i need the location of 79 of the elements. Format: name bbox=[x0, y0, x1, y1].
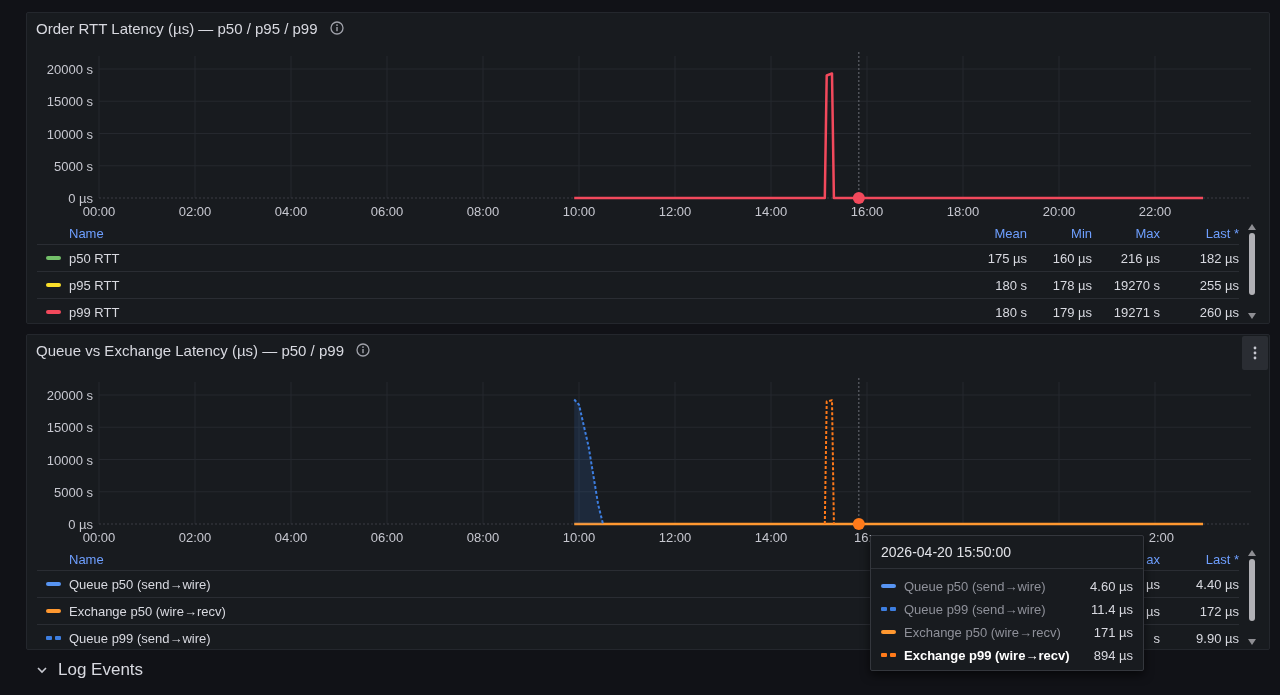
column-header[interactable]: Last * bbox=[1205, 551, 1239, 567]
tooltip-series-name: Exchange p99 (wire→recv) bbox=[904, 647, 1071, 663]
x-axis-label: 00:00 bbox=[82, 204, 116, 219]
table-cell: 9.90 µs bbox=[1196, 630, 1239, 646]
table-cell: 4.40 µs bbox=[1196, 576, 1239, 592]
table-cell: 19270 s bbox=[1113, 277, 1160, 293]
x-axis-label: 08:00 bbox=[466, 204, 500, 219]
row-title[interactable]: Log Events bbox=[58, 660, 144, 680]
column-header[interactable]: ax bbox=[1146, 551, 1160, 567]
x-axis-label: 12:00 bbox=[658, 530, 692, 545]
table-cell: 182 µs bbox=[1199, 250, 1239, 266]
column-header[interactable]: Mean bbox=[994, 225, 1027, 241]
x-axis-label: 22:00 bbox=[1138, 204, 1172, 219]
column-header[interactable]: Min bbox=[1071, 225, 1092, 241]
series-name[interactable]: Queue p99 (send→wire) bbox=[69, 630, 211, 646]
table-cell: 180 s bbox=[995, 277, 1027, 293]
table-cell: 179 µs bbox=[1052, 304, 1092, 320]
tooltip-series-name: Queue p99 (send→wire) bbox=[904, 601, 1047, 617]
table-cell: 260 µs bbox=[1199, 304, 1239, 320]
x-axis-label: 20:00 bbox=[1042, 204, 1076, 219]
tooltip-value: 4.60 µs bbox=[1090, 578, 1133, 594]
series-name[interactable]: Queue p50 (send→wire) bbox=[69, 576, 211, 592]
x-axis-label: 16: bbox=[854, 530, 873, 545]
y-axis-label: 15000 s bbox=[46, 420, 93, 436]
tooltip-time: 2026-04-20 15:50:00 bbox=[871, 536, 1143, 569]
y-axis-label: 5000 s bbox=[53, 484, 93, 500]
x-axis-label: 08:00 bbox=[466, 530, 500, 545]
series-name[interactable]: p50 RTT bbox=[69, 250, 120, 266]
series-name[interactable]: p99 RTT bbox=[69, 304, 120, 320]
column-header[interactable]: Name bbox=[69, 225, 104, 241]
table-cell: 160 µs bbox=[1052, 250, 1092, 266]
y-axis-label: 20000 s bbox=[46, 62, 93, 77]
table-cell: 172 µs bbox=[1199, 603, 1239, 619]
table-cell: 175 µs bbox=[987, 250, 1027, 266]
y-axis-label: 0 µs bbox=[68, 517, 93, 532]
column-header[interactable]: Last * bbox=[1205, 225, 1239, 241]
x-axis-label: 14:00 bbox=[754, 530, 788, 545]
x-axis-label: 04:00 bbox=[274, 204, 308, 219]
x-axis-label: 14:00 bbox=[754, 204, 788, 219]
y-axis-label: 0 µs bbox=[68, 191, 93, 206]
x-axis-label: 06:00 bbox=[370, 530, 404, 545]
table-cell: 178 µs bbox=[1052, 277, 1092, 293]
y-axis-label: 15000 s bbox=[46, 94, 93, 110]
x-axis-label: 10:00 bbox=[562, 204, 596, 219]
tooltip-series-name: Queue p50 (send→wire) bbox=[904, 578, 1047, 594]
y-axis-label: 10000 s bbox=[46, 452, 93, 468]
table-cell: 180 s bbox=[995, 304, 1027, 320]
y-axis-label: 10000 s bbox=[46, 126, 93, 142]
info-icon bbox=[356, 343, 370, 357]
series-name[interactable]: Exchange p50 (wire→recv) bbox=[69, 603, 226, 619]
panel-title: Queue vs Exchange Latency (µs) — p50 / p99 bbox=[36, 341, 344, 359]
table-cell: µs bbox=[1146, 576, 1160, 592]
table-cell: 255 µs bbox=[1199, 277, 1239, 293]
tooltip-value: 894 µs bbox=[1093, 647, 1133, 663]
series-name[interactable]: p95 RTT bbox=[69, 277, 120, 293]
y-axis-label: 5000 s bbox=[53, 158, 93, 174]
x-axis-label: 02:00 bbox=[178, 204, 212, 219]
tooltip-series-name: Exchange p50 (wire→recv) bbox=[904, 624, 1062, 640]
tooltip-value: 11.4 µs bbox=[1091, 601, 1133, 617]
panel-title: Order RTT Latency (µs) — p50 / p95 / p99 bbox=[36, 19, 318, 37]
x-axis-label: 00:00 bbox=[82, 530, 116, 545]
menu-icon bbox=[1253, 346, 1257, 360]
x-axis-label: 04:00 bbox=[274, 530, 308, 545]
x-axis-label: 10:00 bbox=[562, 530, 596, 545]
x-axis-label: 2:00 bbox=[1148, 530, 1174, 545]
x-axis-label: 12:00 bbox=[658, 204, 692, 219]
y-axis-label: 20000 s bbox=[46, 388, 93, 403]
x-axis-label: 02:00 bbox=[178, 530, 212, 545]
column-header[interactable]: Name bbox=[69, 551, 104, 567]
table-cell: µs bbox=[1146, 603, 1160, 619]
x-axis-label: 16:00 bbox=[850, 204, 884, 219]
column-header[interactable]: Max bbox=[1135, 225, 1160, 241]
table-cell: 216 µs bbox=[1120, 250, 1160, 266]
table-cell: s bbox=[1153, 630, 1160, 646]
x-axis-label: 18:00 bbox=[946, 204, 980, 219]
info-icon bbox=[329, 21, 344, 35]
table-cell: 19271 s bbox=[1113, 304, 1160, 320]
x-axis-label: 06:00 bbox=[370, 204, 404, 219]
tooltip-value: 171 µs bbox=[1093, 624, 1133, 640]
